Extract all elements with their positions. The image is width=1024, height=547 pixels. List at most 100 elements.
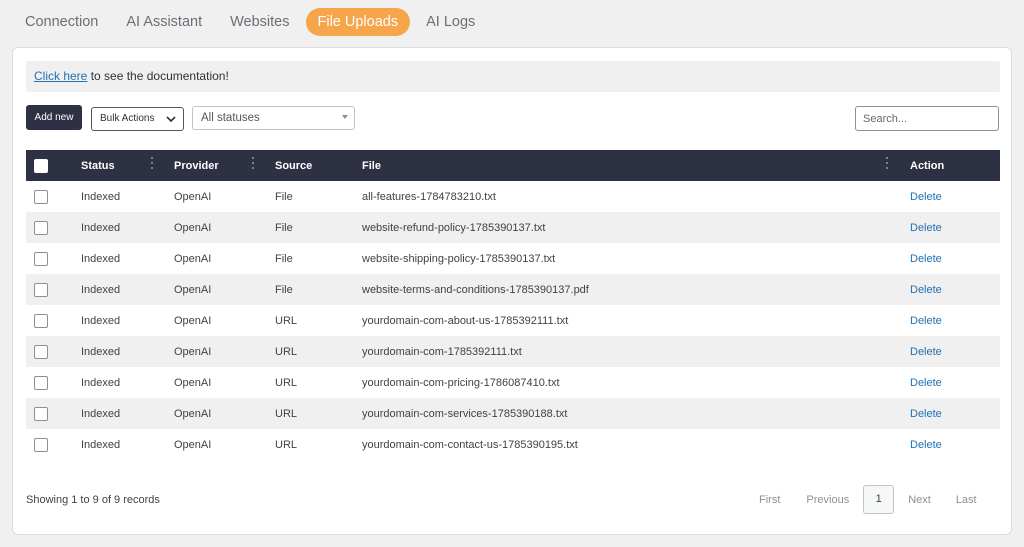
file-cell: all-features-1784783210.txt: [362, 190, 496, 203]
row-select-cell: [26, 398, 81, 429]
source-cell: File: [275, 221, 293, 234]
row-checkbox[interactable]: [34, 375, 48, 390]
row-checkbox[interactable]: [34, 313, 48, 328]
tab-websites[interactable]: Websites: [218, 8, 301, 36]
delete-link[interactable]: Delete: [910, 284, 942, 296]
row-checkbox[interactable]: [34, 437, 48, 452]
delete-link[interactable]: Delete: [910, 377, 942, 389]
row-select-cell: [26, 181, 81, 212]
provider-cell: OpenAI: [174, 252, 212, 265]
delete-link[interactable]: Delete: [910, 408, 942, 420]
tab-ai-logs[interactable]: AI Logs: [414, 8, 487, 36]
status-header[interactable]: Status: [81, 150, 174, 181]
delete-link[interactable]: Delete: [910, 439, 942, 451]
pagination-page-1[interactable]: 1: [863, 485, 895, 514]
status-header-label: Status: [81, 159, 115, 172]
provider-cell: OpenAI: [174, 314, 212, 327]
delete-link[interactable]: Delete: [910, 346, 942, 358]
status-filter-select[interactable]: All statuses: [192, 106, 355, 130]
pagination-previous[interactable]: Previous: [806, 494, 849, 506]
row-select-cell: [26, 336, 81, 367]
file-cell: yourdomain-com-about-us-1785392111.txt: [362, 314, 569, 327]
status-cell: Indexed: [81, 221, 121, 234]
row-select-cell: [26, 367, 81, 398]
resize-handle-icon[interactable]: [148, 154, 156, 176]
source-cell: URL: [275, 314, 298, 327]
source-cell: URL: [275, 438, 298, 451]
row-checkbox[interactable]: [34, 251, 48, 266]
status-cell: Indexed: [81, 407, 121, 420]
search-input[interactable]: [855, 106, 999, 131]
bulk-actions-label: Bulk Actions: [100, 113, 155, 124]
row-checkbox[interactable]: [34, 406, 48, 421]
action-header: Action: [910, 159, 945, 172]
action-cell: Delete: [910, 336, 1000, 367]
tab-file-uploads[interactable]: File Uploads: [305, 8, 411, 36]
status-cell: Indexed: [81, 438, 121, 451]
notice-text: to see the documentation!: [87, 69, 229, 83]
provider-cell: OpenAI: [174, 283, 212, 296]
delete-link[interactable]: Delete: [910, 191, 942, 203]
row-select-cell: [26, 243, 81, 274]
source-header[interactable]: Source: [275, 150, 362, 181]
status-cell: Indexed: [81, 345, 121, 358]
row-select-cell: [26, 305, 81, 336]
provider-cell: OpenAI: [174, 190, 212, 203]
row-checkbox[interactable]: [34, 220, 48, 235]
documentation-link[interactable]: Click here: [34, 69, 87, 83]
add-new-button[interactable]: Add new: [26, 105, 82, 130]
table-row: Indexed OpenAI File all-features-1784783210…: [26, 181, 1000, 212]
bulk-actions-select[interactable]: Bulk Actions: [91, 107, 184, 131]
table-row: Indexed OpenAI URL yourdomain-com-pricing-1…: [26, 367, 1000, 398]
table-header-row: Status Provider Source File Action: [26, 150, 1000, 181]
pagination-last[interactable]: Last: [956, 494, 977, 506]
action-cell: Delete: [910, 274, 1000, 305]
row-checkbox[interactable]: [34, 344, 48, 359]
status-cell: Indexed: [81, 283, 121, 296]
source-cell: URL: [275, 345, 298, 358]
row-checkbox[interactable]: [34, 189, 48, 204]
provider-cell: OpenAI: [174, 438, 212, 451]
delete-link[interactable]: Delete: [910, 222, 942, 234]
action-cell: Delete: [910, 305, 1000, 336]
select-all-cell: [26, 150, 81, 181]
file-cell: website-shipping-policy-1785390137.txt: [362, 252, 556, 265]
status-cell: Indexed: [81, 190, 121, 203]
file-cell: website-terms-and-conditions-1785390137.…: [362, 283, 589, 296]
table-row: Indexed OpenAI URL yourdomain-com-178539211…: [26, 336, 1000, 367]
provider-cell: OpenAI: [174, 345, 212, 358]
file-cell: yourdomain-com-contact-us-1785390195.txt: [362, 438, 578, 451]
chevron-down-icon: [166, 108, 176, 139]
pagination-first[interactable]: First: [759, 494, 780, 506]
source-cell: File: [275, 252, 293, 265]
table-row: Indexed OpenAI File website-refund-policy-1…: [26, 212, 1000, 243]
table-row: Indexed OpenAI URL yourdomain-com-contact-u…: [26, 429, 1000, 460]
documentation-notice: Click here to see the documentation!: [26, 61, 1000, 92]
pagination-next[interactable]: Next: [908, 494, 931, 506]
source-cell: File: [275, 190, 293, 203]
pagination: First Previous 1 Next Last: [759, 485, 977, 514]
action-cell: Delete: [910, 181, 1000, 212]
file-uploads-panel: Click here to see the documentation! Add…: [12, 47, 1012, 535]
delete-link[interactable]: Delete: [910, 315, 942, 327]
records-summary: Showing 1 to 9 of 9 records: [26, 494, 160, 506]
provider-header[interactable]: Provider: [174, 150, 275, 181]
table-row: Indexed OpenAI File website-terms-and-condi…: [26, 274, 1000, 305]
action-cell: Delete: [910, 429, 1000, 460]
action-cell: Delete: [910, 212, 1000, 243]
resize-handle-icon[interactable]: [883, 154, 891, 176]
status-cell: Indexed: [81, 314, 121, 327]
file-uploads-table: Status Provider Source File Action Index…: [26, 150, 1000, 460]
tab-ai-assistant[interactable]: AI Assistant: [114, 8, 214, 36]
resize-handle-icon[interactable]: [249, 154, 257, 176]
provider-header-label: Provider: [174, 159, 219, 172]
table-row: Indexed OpenAI URL yourdomain-com-about-us-…: [26, 305, 1000, 336]
tab-connection[interactable]: Connection: [13, 8, 110, 36]
status-cell: Indexed: [81, 252, 121, 265]
file-cell: yourdomain-com-services-1785390188.txt: [362, 407, 568, 420]
select-all-checkbox[interactable]: [34, 158, 48, 173]
delete-link[interactable]: Delete: [910, 253, 942, 265]
row-select-cell: [26, 274, 81, 305]
file-header[interactable]: File: [362, 150, 910, 181]
row-checkbox[interactable]: [34, 282, 48, 297]
